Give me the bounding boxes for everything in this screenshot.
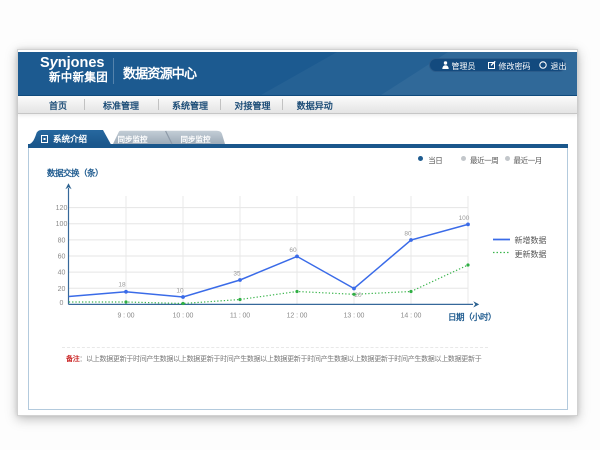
svg-text:13 : 00: 13 : 00 [344,312,365,319]
svg-text:100: 100 [56,221,68,228]
svg-text:18: 18 [118,281,126,288]
svg-text:10 : 00: 10 : 00 [173,312,194,319]
svg-text:35: 35 [233,271,241,278]
svg-text:100: 100 [459,215,470,222]
svg-text:20: 20 [58,286,66,293]
svg-text:11 : 00: 11 : 00 [230,312,250,319]
svg-text:80: 80 [404,231,412,238]
svg-text:60: 60 [58,254,66,261]
svg-text:9 : 00: 9 : 00 [118,312,135,319]
svg-text:14 : 00: 14 : 00 [401,312,422,319]
svg-text:120: 120 [56,205,68,212]
svg-text:12 : 00: 12 : 00 [287,312,308,319]
svg-text:80: 80 [58,237,66,244]
svg-text:10: 10 [176,288,184,295]
svg-text:40: 40 [58,270,66,277]
svg-text:0: 0 [60,300,64,307]
svg-text:60: 60 [289,247,297,254]
svg-text:20: 20 [354,292,362,299]
